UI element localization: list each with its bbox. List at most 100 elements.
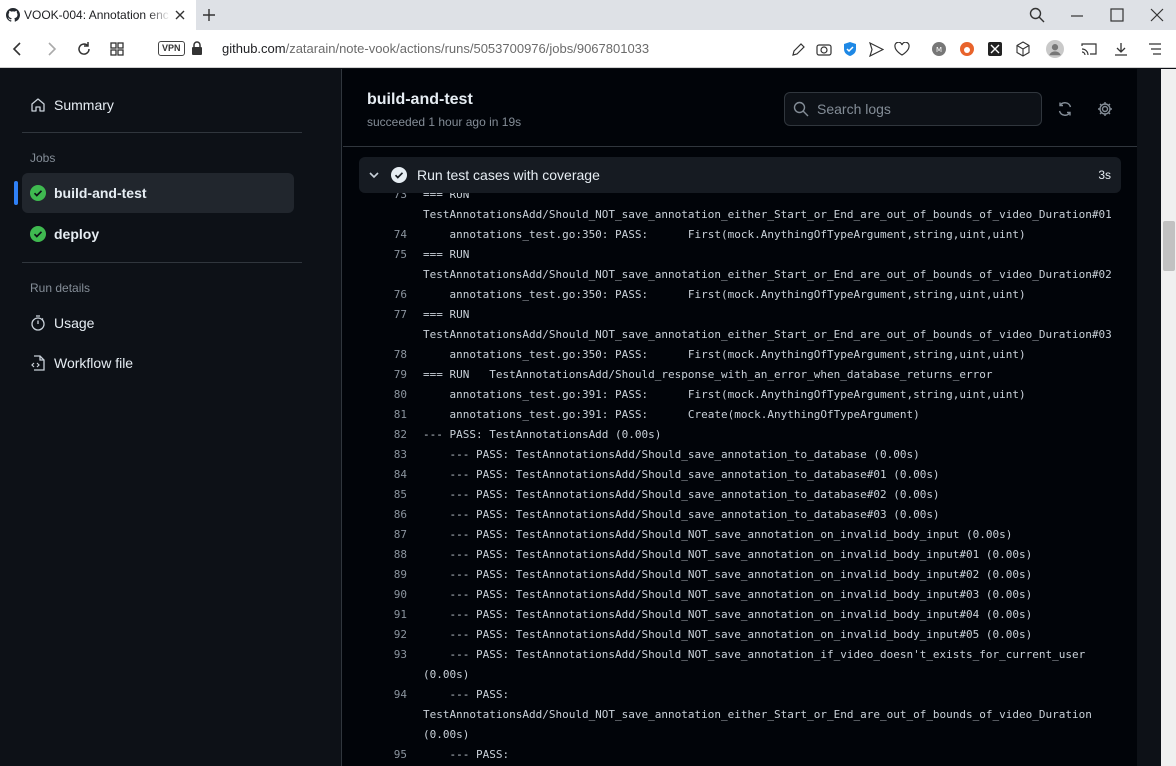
log-line-number[interactable]: 93 — [343, 645, 407, 665]
log-line-number[interactable]: 81 — [343, 405, 407, 425]
log-line-text: TestAnnotationsAdd/Should_NOT_save_annot… — [423, 708, 1092, 721]
log-line-text: annotations_test.go:391: PASS: First(moc… — [423, 388, 1026, 401]
github-icon — [6, 8, 20, 22]
log-line-number[interactable]: 95 — [343, 745, 407, 765]
cast-icon[interactable] — [1080, 40, 1098, 58]
reload-icon[interactable] — [73, 38, 95, 60]
snapshot-edit-icon[interactable] — [789, 40, 807, 58]
log-line-number[interactable]: 79 — [343, 365, 407, 385]
log-line-text: annotations_test.go:350: PASS: First(moc… — [423, 288, 1026, 301]
active-indicator — [14, 181, 18, 205]
sidebar-item-workflow-file[interactable]: Workflow file — [22, 343, 294, 383]
log-line-number[interactable]: 87 — [343, 525, 407, 545]
rerun-sync-icon[interactable] — [1055, 99, 1075, 119]
log-line-text: (0.00s) — [423, 668, 470, 681]
log-line-number[interactable]: 89 — [343, 565, 407, 585]
log-line-number[interactable]: 88 — [343, 545, 407, 565]
log-line-text: --- PASS: TestAnnotationsAdd/Should_save… — [423, 508, 940, 521]
search-logs-box[interactable] — [784, 92, 1042, 126]
lock-icon[interactable] — [191, 41, 203, 55]
download-icon[interactable] — [1112, 40, 1130, 58]
file-code-icon — [31, 355, 45, 371]
log-line: 94 --- PASS: — [343, 685, 1137, 705]
speed-dial-icon[interactable] — [106, 38, 128, 60]
log-line: 79 === RUN TestAnnotationsAdd/Should_resp… — [343, 365, 1137, 385]
browser-tab[interactable]: VOOK-004: Annotation enc — [0, 0, 196, 30]
heart-icon[interactable] — [893, 40, 911, 58]
log-line: 85 --- PASS: TestAnnotationsAdd/Should_s… — [343, 485, 1137, 505]
profile-avatar-icon[interactable] — [1046, 40, 1064, 58]
log-line: TestAnnotationsAdd/Should_NOT_save_annot… — [343, 205, 1137, 225]
log-line-number[interactable]: 80 — [343, 385, 407, 405]
log-line-text: TestAnnotationsAdd/Should_NOT_save_annot… — [423, 208, 1112, 221]
extension-m-icon[interactable]: M — [930, 40, 948, 58]
log-line-text: === RUN — [423, 248, 470, 261]
log-line-text: --- PASS: TestAnnotationsAdd/Should_save… — [423, 488, 940, 501]
log-line: 89 --- PASS: TestAnnotationsAdd/Should_N… — [343, 565, 1137, 585]
log-line-number[interactable]: 78 — [343, 345, 407, 365]
close-window-icon[interactable] — [1137, 0, 1176, 30]
log-line-number[interactable]: 75 — [343, 245, 407, 265]
extension-fox-icon[interactable] — [958, 40, 976, 58]
log-line-number[interactable]: 91 — [343, 605, 407, 625]
scrollbar-thumb[interactable] — [1163, 221, 1175, 271]
log-line-number[interactable]: 74 — [343, 225, 407, 245]
sidebar-job-deploy[interactable]: deploy — [22, 214, 294, 254]
jobs-heading: Jobs — [30, 151, 56, 165]
address-url[interactable]: github.com/zatarain/note-vook/actions/ru… — [222, 41, 649, 56]
log-line-number[interactable]: 92 — [343, 625, 407, 645]
log-line-number[interactable]: 77 — [343, 305, 407, 325]
step-header-run-tests[interactable]: Run test cases with coverage 3s — [359, 157, 1121, 193]
log-line: 83 --- PASS: TestAnnotationsAdd/Should_s… — [343, 445, 1137, 465]
gear-icon[interactable] — [1095, 99, 1115, 119]
log-line-text: TestAnnotationsAdd/Should_NOT_save_annot… — [423, 268, 1112, 281]
log-line-number[interactable]: 82 — [343, 425, 407, 445]
log-line: 84 --- PASS: TestAnnotationsAdd/Should_s… — [343, 465, 1137, 485]
log-line-number[interactable]: 86 — [343, 505, 407, 525]
minimize-icon[interactable] — [1057, 0, 1097, 30]
chevron-down-icon[interactable] — [367, 168, 381, 182]
search-logs-input[interactable] — [817, 101, 1027, 117]
cube-icon[interactable] — [1014, 40, 1032, 58]
back-icon[interactable] — [7, 38, 29, 60]
log-line-text: --- PASS: — [423, 688, 510, 701]
log-line-number[interactable]: 84 — [343, 465, 407, 485]
forward-icon[interactable] — [40, 38, 62, 60]
actions-sidebar: Summary Jobs build-and-test deploy Run d… — [0, 69, 342, 766]
log-line-text: --- PASS: TestAnnotationsAdd/Should_save… — [423, 448, 920, 461]
sidebar-job-build-and-test[interactable]: build-and-test — [14, 173, 294, 213]
sidebar-item-summary[interactable]: Summary — [22, 85, 294, 125]
shield-icon[interactable] — [841, 40, 859, 58]
log-line-number[interactable]: 90 — [343, 585, 407, 605]
close-tab-icon[interactable] — [172, 7, 188, 23]
log-line: 87 --- PASS: TestAnnotationsAdd/Should_N… — [343, 525, 1137, 545]
log-line-text: TestAnnotationsAdd/Should_NOT_save_annot… — [423, 328, 1112, 341]
log-line: TestAnnotationsAdd/Should_NOT_save_annot… — [343, 265, 1137, 285]
sidebar-divider — [22, 132, 302, 133]
send-icon[interactable] — [867, 40, 885, 58]
browser-toolbar: VPN github.com/zatarain/note-vook/action… — [0, 30, 1176, 68]
maximize-icon[interactable] — [1097, 0, 1137, 30]
new-tab-icon[interactable] — [200, 6, 218, 24]
log-line-text: (0.00s) — [423, 728, 470, 741]
log-line-text: --- PASS: TestAnnotationsAdd/Should_save… — [423, 468, 940, 481]
scrollbar[interactable] — [1161, 69, 1176, 766]
menu-icon[interactable] — [1146, 40, 1164, 58]
extension-puzzle-icon[interactable] — [986, 40, 1004, 58]
log-line-text: --- PASS: TestAnnotationsAdd (0.00s) — [423, 428, 662, 441]
vpn-badge[interactable]: VPN — [158, 41, 185, 56]
log-line: 73 === RUN — [343, 193, 1137, 205]
log-line: 76 annotations_test.go:350: PASS: First(… — [343, 285, 1137, 305]
sidebar-item-usage[interactable]: Usage — [22, 303, 294, 343]
log-line-number[interactable]: 94 — [343, 685, 407, 705]
camera-icon[interactable] — [815, 40, 833, 58]
log-line-number[interactable]: 83 — [343, 445, 407, 465]
log-line: 90 --- PASS: TestAnnotationsAdd/Should_N… — [343, 585, 1137, 605]
run-details-heading: Run details — [30, 281, 91, 295]
log-line-text: annotations_test.go:350: PASS: First(moc… — [423, 348, 1026, 361]
log-line-number[interactable]: 73 — [343, 193, 407, 205]
browser-search-icon[interactable] — [1017, 0, 1057, 30]
log-line-number[interactable]: 85 — [343, 485, 407, 505]
sidebar-job-label: build-and-test — [54, 185, 147, 201]
log-line-number[interactable]: 76 — [343, 285, 407, 305]
